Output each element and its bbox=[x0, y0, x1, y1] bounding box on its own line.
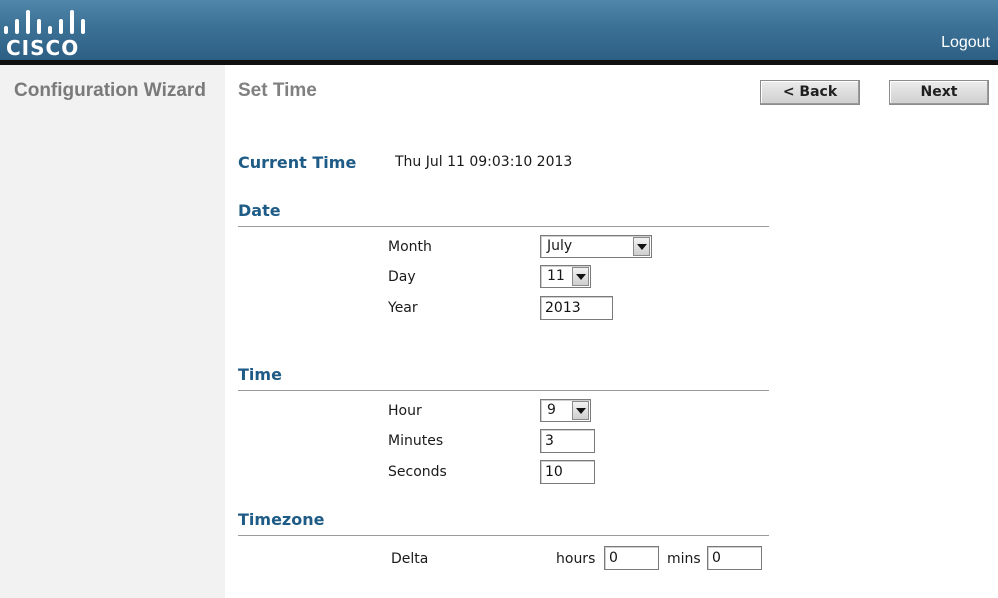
cisco-logo: CISCO bbox=[4, 8, 86, 60]
delta-label: Delta bbox=[391, 551, 429, 567]
date-divider bbox=[238, 226, 769, 227]
page-title: Set Time bbox=[238, 80, 317, 101]
logo-wordmark: CISCO bbox=[6, 36, 80, 60]
seconds-input[interactable] bbox=[540, 460, 595, 484]
timezone-heading: Timezone bbox=[238, 510, 325, 529]
current-time-value: Thu Jul 11 09:03:10 2013 bbox=[395, 154, 573, 170]
top-header: CISCO Logout bbox=[0, 0, 998, 60]
hour-label: Hour bbox=[388, 403, 422, 419]
year-label: Year bbox=[388, 300, 418, 316]
hour-select-value: 9 bbox=[547, 402, 556, 418]
time-divider bbox=[238, 390, 769, 391]
timezone-divider bbox=[238, 535, 769, 536]
month-label: Month bbox=[388, 239, 432, 255]
current-time-label: Current Time bbox=[238, 153, 357, 172]
year-input[interactable] bbox=[540, 296, 613, 320]
time-heading: Time bbox=[238, 365, 282, 384]
next-button[interactable]: Next bbox=[889, 80, 989, 105]
sidebar: Configuration Wizard bbox=[0, 65, 225, 598]
logout-link[interactable]: Logout bbox=[941, 34, 990, 52]
dropdown-arrow-icon[interactable] bbox=[633, 237, 650, 256]
hour-select[interactable]: 9 bbox=[540, 399, 591, 422]
cisco-logo-icon bbox=[4, 8, 86, 34]
date-heading: Date bbox=[238, 201, 281, 220]
seconds-label: Seconds bbox=[388, 464, 447, 480]
mins-label: mins bbox=[667, 551, 701, 567]
hours-label: hours bbox=[556, 551, 596, 567]
sidebar-title: Configuration Wizard bbox=[14, 80, 206, 101]
day-select-value: 11 bbox=[547, 268, 565, 284]
day-select[interactable]: 11 bbox=[540, 265, 591, 288]
dropdown-arrow-icon[interactable] bbox=[572, 267, 589, 286]
month-select-value: July bbox=[547, 238, 573, 254]
timezone-mins-input[interactable] bbox=[707, 546, 762, 570]
dropdown-arrow-icon[interactable] bbox=[572, 401, 589, 420]
back-button[interactable]: < Back bbox=[760, 80, 860, 105]
month-select[interactable]: July bbox=[540, 235, 652, 258]
minutes-label: Minutes bbox=[388, 433, 444, 449]
minutes-input[interactable] bbox=[540, 429, 595, 453]
timezone-hours-input[interactable] bbox=[604, 546, 659, 570]
day-label: Day bbox=[388, 269, 416, 285]
